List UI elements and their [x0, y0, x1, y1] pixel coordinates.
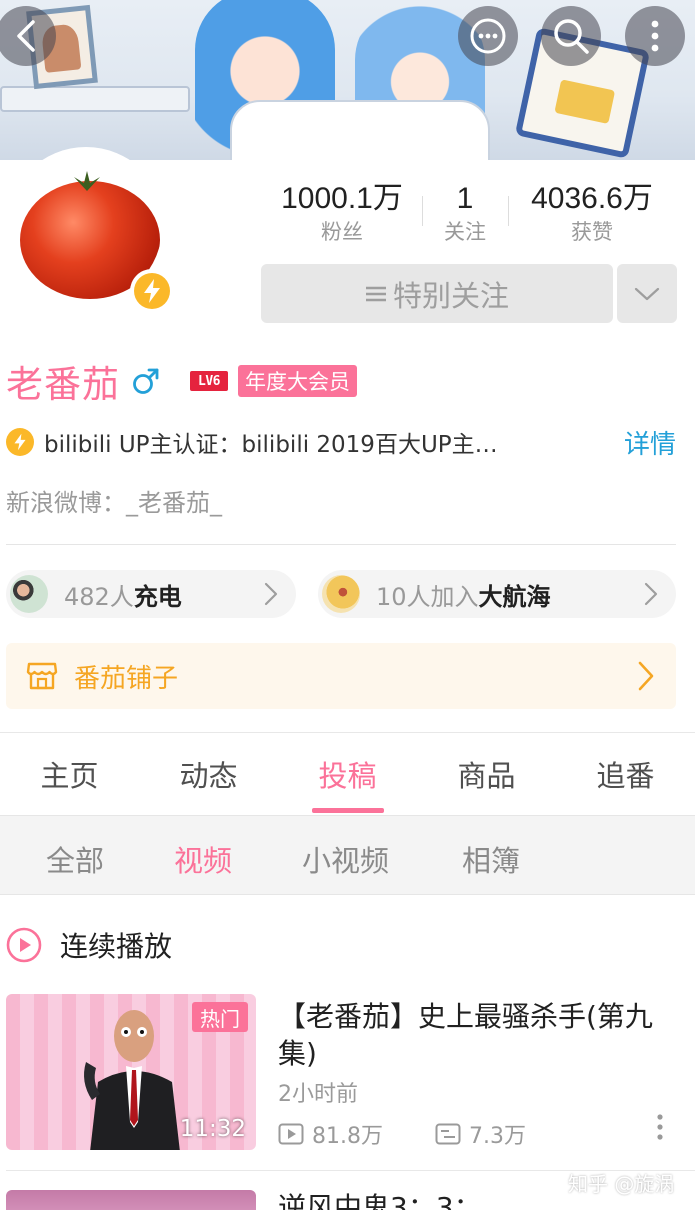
- lightning-icon: [14, 433, 26, 451]
- avatar[interactable]: [6, 147, 174, 313]
- chevron-down-icon: [634, 287, 660, 300]
- stat-label: 获赞: [571, 220, 613, 244]
- menu-lines-icon: [365, 286, 386, 301]
- more-vertical-icon: [651, 20, 659, 52]
- hot-badge: 热门: [192, 1002, 248, 1032]
- stat-following[interactable]: 1 关注: [422, 180, 508, 250]
- tab-bangumi[interactable]: 追番: [556, 733, 695, 815]
- certification-icon: [6, 428, 34, 456]
- fleet-pill[interactable]: 10人加入大航海: [318, 570, 676, 618]
- weibo-link[interactable]: 新浪微博：_老番茄_: [6, 483, 222, 518]
- search-icon: [554, 19, 589, 54]
- watermark: 知乎 @旋涡: [568, 1172, 675, 1196]
- continuous-play-button[interactable]: 连续播放: [6, 925, 172, 965]
- banner-shelf: [0, 86, 190, 112]
- charge-pill[interactable]: 482人充电: [6, 570, 296, 618]
- male-icon: [133, 368, 159, 394]
- chevron-right-icon: [264, 582, 278, 606]
- chat-button[interactable]: [458, 6, 518, 66]
- special-follow-button[interactable]: 特别关注: [261, 264, 613, 323]
- charge-label: 充电: [133, 582, 182, 611]
- vip-badge[interactable]: 年度大会员: [238, 365, 357, 397]
- verified-badge: [130, 269, 174, 313]
- more-vertical-icon[interactable]: [652, 1112, 668, 1142]
- tab-goods[interactable]: 商品: [417, 733, 556, 815]
- profile-stats: 1000.1万 粉丝 1 关注 4036.6万 获赞: [262, 180, 676, 250]
- subtab-all[interactable]: 全部: [46, 838, 104, 880]
- banner-character-body: [230, 100, 490, 160]
- video-danmaku: 7.3万: [469, 1124, 526, 1149]
- subtab-short-video[interactable]: 小视频: [302, 838, 389, 880]
- charge-avatar: [10, 575, 48, 613]
- danmaku-icon: [435, 1123, 461, 1145]
- hitman-figure: [84, 1010, 180, 1150]
- profile-tabs: 主页 动态 投稿 商品 追番: [0, 733, 695, 815]
- search-button[interactable]: [541, 6, 601, 66]
- stat-value: 1: [456, 182, 474, 215]
- more-button[interactable]: [625, 6, 685, 66]
- subtab-video[interactable]: 视频: [174, 838, 232, 880]
- play-count-icon: [278, 1123, 304, 1145]
- chevron-right-icon: [638, 661, 654, 691]
- video-title[interactable]: 【老番茄】史上最骚杀手(第九集): [278, 998, 678, 1072]
- lightning-icon: [144, 279, 160, 303]
- video-meta: 81.8万 7.3万: [278, 1120, 526, 1149]
- fleet-label: 大航海: [478, 582, 551, 611]
- shop-banner[interactable]: 番茄铺子: [6, 643, 676, 709]
- certification-text: bilibili UP主认证：bilibili 2019百大UP主…: [44, 432, 498, 458]
- shop-label: 番茄铺子: [74, 663, 179, 694]
- certification-detail-link[interactable]: 详情: [624, 424, 676, 461]
- special-follow-label: 特别关注: [392, 278, 509, 313]
- video-duration: 11:32: [179, 1116, 246, 1142]
- stat-value: 4036.6万: [531, 182, 653, 215]
- follow-dropdown-button[interactable]: [617, 264, 677, 323]
- subtab-album[interactable]: 相簿: [462, 838, 520, 880]
- chat-bubble-icon: [470, 18, 506, 54]
- video-title[interactable]: 逆风中鬼3：3：: [278, 1188, 482, 1210]
- charge-count: 482人: [64, 582, 134, 611]
- divider: [6, 544, 676, 545]
- video-thumbnail[interactable]: 热门 11:32: [6, 994, 256, 1150]
- stat-likes: 4036.6万 获赞: [508, 180, 676, 250]
- video-views: 81.8万: [312, 1124, 383, 1149]
- stats-divider: [422, 196, 423, 226]
- stat-label: 关注: [444, 220, 486, 244]
- fleet-count: 10人加入: [376, 582, 479, 611]
- tab-submissions[interactable]: 投稿: [278, 733, 417, 815]
- video-time: 2小时前: [278, 1082, 358, 1107]
- submission-subtabs: 全部 视频 小视频 相簿: [0, 815, 695, 895]
- play-circle-icon: [6, 927, 42, 963]
- chevron-left-icon: [17, 20, 35, 52]
- level-badge: LV6: [190, 371, 228, 391]
- tomato-stem: [74, 171, 100, 191]
- chevron-right-icon: [644, 582, 658, 606]
- stat-label: 粉丝: [321, 220, 363, 244]
- video-thumbnail[interactable]: [6, 1190, 256, 1210]
- fleet-avatar: [322, 575, 360, 613]
- stat-followers[interactable]: 1000.1万 粉丝: [262, 180, 422, 250]
- shop-icon: [26, 662, 58, 690]
- stats-divider: [508, 196, 509, 226]
- name-row: 老番茄 LV6 年度大会员: [6, 356, 357, 406]
- tab-dynamics[interactable]: 动态: [139, 733, 278, 815]
- stat-value: 1000.1万: [281, 182, 403, 215]
- username: 老番茄: [6, 363, 120, 406]
- continuous-play-label: 连续播放: [60, 930, 173, 963]
- certification-row: bilibili UP主认证：bilibili 2019百大UP主… 详情: [6, 422, 686, 462]
- tab-home[interactable]: 主页: [0, 733, 139, 815]
- video-item[interactable]: 热门 11:32 【老番茄】史上最骚杀手(第九集) 2小时前 81.8万 7.3…: [0, 994, 695, 1154]
